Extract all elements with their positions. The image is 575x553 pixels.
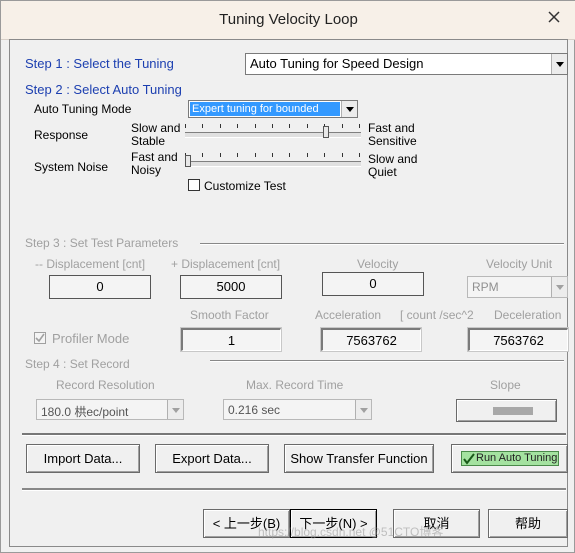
response-right-label: Fast and Sensitive [368, 121, 417, 148]
auto-tuning-mode-value: Expert tuning for bounded [190, 102, 340, 116]
checkmark-icon [463, 453, 475, 465]
slider-tick [254, 124, 256, 128]
customize-test-label: Customize Test [204, 179, 286, 193]
slope-button[interactable] [456, 399, 557, 422]
profiler-mode-checkbox[interactable] [34, 332, 46, 344]
auto-tuning-mode-select[interactable]: Expert tuning for bounded [188, 100, 358, 118]
step4-label: Step 4 : Set Record [25, 357, 130, 371]
slider-tick [341, 124, 343, 128]
acceleration-unit-label: [ count /sec^2 [400, 308, 474, 322]
response-slider[interactable] [185, 122, 361, 142]
acceleration-label: Acceleration [315, 308, 382, 322]
velocity-field[interactable]: 0 [322, 272, 424, 296]
tuning-window: Tuning Velocity Loop Step 1 : Select the… [0, 0, 575, 553]
pos-displacement-label: + Displacement [cnt] [171, 257, 281, 271]
neg-displacement-label: -- Displacement [cnt] [35, 257, 146, 271]
slider-tick [359, 153, 360, 157]
buttons-top-divider [22, 433, 566, 436]
slider-tick [237, 124, 239, 128]
slider-tick [289, 153, 291, 157]
slider-tick [341, 153, 343, 157]
tuning-type-select[interactable]: Auto Tuning for Speed Design [245, 53, 568, 75]
velocity-label: Velocity [357, 257, 399, 271]
deceleration-field[interactable]: 7563762 [467, 327, 569, 352]
deceleration-label: Deceleration [494, 308, 562, 322]
window-title: Tuning Velocity Loop [219, 11, 358, 28]
noise-slider-thumb[interactable] [185, 155, 191, 167]
response-slider-thumb[interactable] [323, 126, 329, 138]
slope-indicator [493, 407, 533, 415]
close-icon[interactable] [546, 9, 562, 25]
chevron-down-icon[interactable] [551, 54, 567, 74]
smooth-factor-field[interactable]: 1 [180, 327, 282, 352]
velocity-unit-select[interactable]: RPM [467, 276, 568, 298]
chevron-down-icon[interactable] [355, 400, 371, 419]
step2-label: Step 2 : Select Auto Tuning [25, 82, 182, 97]
customize-test-checkbox[interactable] [188, 179, 200, 191]
dialog-body: Step 1 : Select the Tuning Auto Tuning f… [9, 39, 569, 547]
slider-tick [185, 124, 186, 128]
system-noise-label: System Noise [34, 160, 109, 174]
pos-displacement-field[interactable]: 5000 [180, 275, 282, 299]
run-auto-tuning-inner: Run Auto Tuning [461, 451, 559, 466]
slider-tick [272, 124, 273, 128]
profiler-mode-label: Profiler Mode [52, 331, 130, 346]
watermark: https://blog.csdn.net @51CTO博客 [258, 525, 444, 539]
run-auto-tuning-label: Run Auto Tuning [476, 452, 558, 464]
slider-tick [202, 124, 204, 128]
title-bar: Tuning Velocity Loop [1, 1, 575, 40]
checkmark-icon [35, 333, 45, 343]
slider-tick [306, 124, 308, 128]
chevron-down-icon[interactable] [167, 400, 183, 419]
chevron-down-icon[interactable] [341, 101, 357, 117]
run-auto-tuning-button[interactable]: Run Auto Tuning [451, 444, 568, 473]
smooth-factor-label: Smooth Factor [190, 308, 269, 322]
velocity-unit-value: RPM [472, 280, 499, 294]
slider-tick [237, 153, 239, 157]
export-data-button[interactable]: Export Data... [155, 444, 269, 473]
slider-tick [254, 153, 256, 157]
step3-label: Step 3 : Set Test Parameters [25, 236, 179, 250]
max-record-time-value: 0.216 sec [228, 403, 281, 417]
step1-label: Step 1 : Select the Tuning [25, 56, 174, 71]
slider-tick [359, 124, 360, 128]
neg-displacement-field[interactable]: 0 [49, 275, 151, 299]
velocity-unit-label: Velocity Unit [486, 257, 553, 271]
max-record-time-select[interactable]: 0.216 sec [223, 399, 372, 420]
slider-tick [219, 124, 221, 128]
slider-tick [272, 153, 273, 157]
show-transfer-function-button[interactable]: Show Transfer Function [284, 444, 434, 473]
acceleration-field[interactable]: 7563762 [320, 327, 422, 352]
response-left-label: Slow and Stable [131, 121, 181, 148]
slider-tick [324, 153, 326, 157]
step4-divider [210, 360, 564, 362]
slider-tick [289, 124, 291, 128]
slider-tick [202, 153, 204, 157]
chevron-down-icon[interactable] [551, 277, 567, 297]
record-resolution-value: 180.0 栱ec/point [41, 405, 129, 419]
record-resolution-select[interactable]: 180.0 栱ec/point [36, 399, 184, 420]
noise-left-label: Fast and Noisy [131, 150, 178, 177]
slider-tick [306, 153, 308, 157]
noise-right-label: Slow and Quiet [368, 152, 418, 179]
import-data-button[interactable]: Import Data... [26, 444, 140, 473]
help-button[interactable]: 帮助 [488, 509, 568, 538]
record-resolution-label: Record Resolution [56, 378, 155, 392]
noise-slider[interactable] [185, 151, 361, 171]
max-record-time-label: Max. Record Time [246, 378, 344, 392]
slider-tick [219, 153, 221, 157]
auto-tuning-mode-label: Auto Tuning Mode [34, 102, 132, 116]
tuning-type-value: Auto Tuning for Speed Design [250, 56, 424, 71]
response-label: Response [34, 128, 89, 142]
slope-label: Slope [490, 378, 521, 392]
step3-divider [200, 243, 564, 245]
buttons-bottom-divider [22, 488, 566, 491]
